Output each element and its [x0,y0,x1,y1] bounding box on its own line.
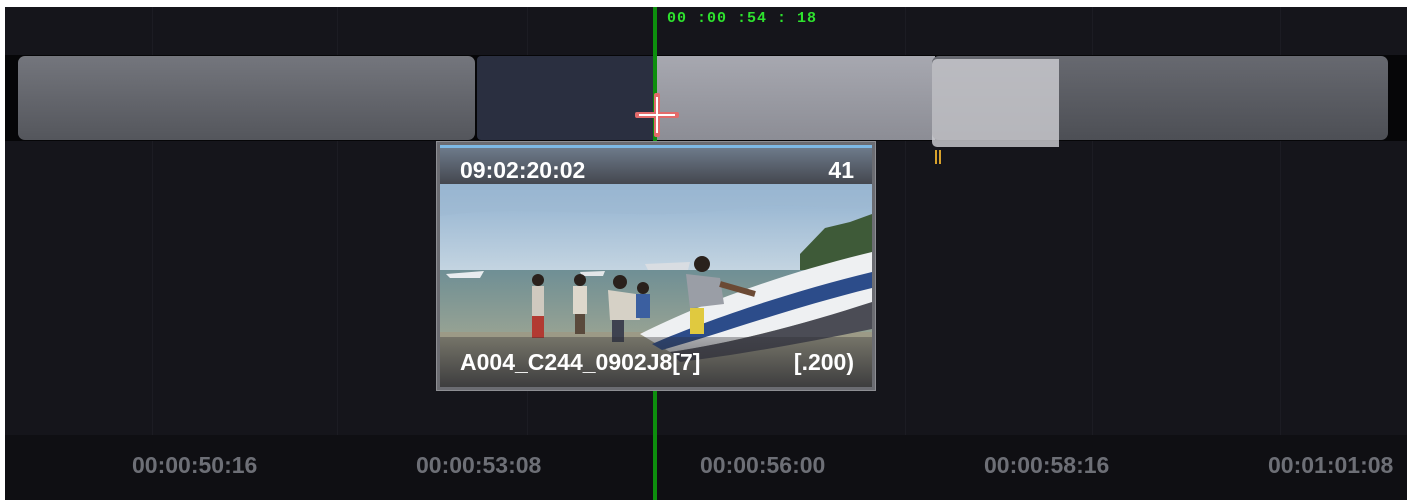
in-out-marker-icon[interactable] [935,150,941,164]
ruler-label: 00:00:58:16 [984,452,1110,478]
clip-name: A004_C244_0902J8[7] [460,349,701,375]
ruler-label: 00:00:53:08 [416,452,542,478]
clip-selection-overlay[interactable] [932,59,1059,147]
ruler-label: 00:00:56:00 [700,452,826,478]
preview-footer: A004_C244_0902J8[7] [.200) [440,337,872,387]
clip-preview-popup: 09:02:20:02 41 A004_C244_0902J8[7] [.200… [436,141,876,391]
frame-count: 41 [828,157,854,183]
ruler-label: 00:01:01:08 [1268,452,1394,478]
timecode-ruler[interactable]: 00:00:50:16 00:00:53:08 00:00:56:00 00:0… [5,435,1407,500]
timeline-panel[interactable]: 00:00:50:16 00:00:53:08 00:00:56:00 00:0… [5,7,1407,500]
source-timecode: 09:02:20:02 [460,157,586,183]
timeline-clip-highlighted[interactable] [657,56,935,140]
timeline-clip[interactable] [18,56,475,140]
crosshair-cursor-icon [635,93,679,137]
ruler-label: 00:00:50:16 [132,452,258,478]
preview-header: 09:02:20:02 41 [440,145,872,184]
clip-speed: [.200) [793,349,854,375]
timeline-clip-dark[interactable] [477,56,657,140]
playhead-timecode: 00 :00 :54 : 18 [667,10,818,27]
